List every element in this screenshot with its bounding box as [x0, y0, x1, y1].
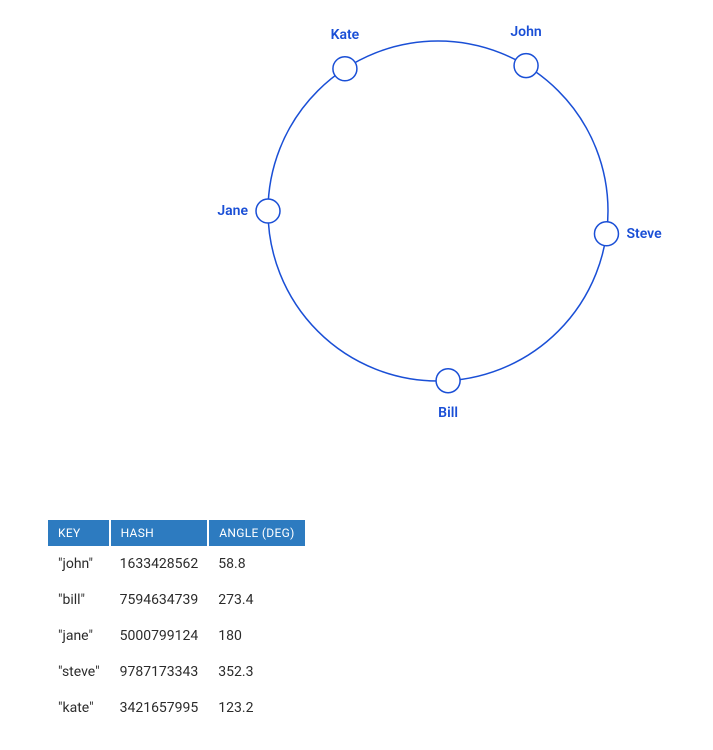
hash-ring-node-label: Bill	[438, 405, 458, 421]
hash-table-row: "bill"7594634739273.4	[48, 582, 305, 618]
hash-table-cell-key: "john"	[48, 546, 110, 582]
hash-table-header-hash: HASH	[110, 520, 209, 546]
hash-table-cell-angle: 123.2	[208, 690, 304, 726]
hash-table-cell-key: "bill"	[48, 582, 110, 618]
hash-ring-node	[594, 222, 618, 246]
hash-table: KEY HASH ANGLE (DEG) "john"163342856258.…	[48, 520, 713, 726]
hash-table-cell-key: "jane"	[48, 618, 110, 654]
hash-ring-node	[333, 57, 357, 81]
hash-table-cell-hash: 3421657995	[110, 690, 209, 726]
hash-table-cell-key: "steve"	[48, 654, 110, 690]
hash-table-cell-angle: 58.8	[208, 546, 304, 582]
hash-table-cell-hash: 1633428562	[110, 546, 209, 582]
hash-table-row: "kate"3421657995123.2	[48, 690, 305, 726]
hash-table-cell-angle: 273.4	[208, 582, 304, 618]
hash-table-cell-hash: 7594634739	[110, 582, 209, 618]
hash-ring-node	[514, 54, 538, 78]
hash-table-row: "steve"9787173343352.3	[48, 654, 305, 690]
hash-table-header-row: KEY HASH ANGLE (DEG)	[48, 520, 305, 546]
hash-ring-svg	[0, 0, 713, 430]
hash-table-cell-hash: 9787173343	[110, 654, 209, 690]
hash-ring-node-label: John	[510, 24, 541, 40]
hash-ring-node	[436, 369, 460, 393]
hash-ring-circle	[268, 41, 608, 381]
hash-table-row: "john"163342856258.8	[48, 546, 305, 582]
hash-ring-node	[256, 199, 280, 223]
hash-ring-node-label: Steve	[626, 226, 661, 242]
hash-ring-node-label: Kate	[331, 27, 360, 43]
hash-table-header-angle: ANGLE (DEG)	[208, 520, 304, 546]
hash-table-cell-angle: 352.3	[208, 654, 304, 690]
hash-table-cell-hash: 5000799124	[110, 618, 209, 654]
hash-table-cell-key: "kate"	[48, 690, 110, 726]
hash-table-cell-angle: 180	[208, 618, 304, 654]
hash-ring-node-label: Jane	[217, 203, 248, 219]
hash-ring-diagram: Kate John Jane Steve Bill	[0, 0, 713, 430]
hash-table-header-key: KEY	[48, 520, 110, 546]
hash-table-row: "jane"5000799124180	[48, 618, 305, 654]
